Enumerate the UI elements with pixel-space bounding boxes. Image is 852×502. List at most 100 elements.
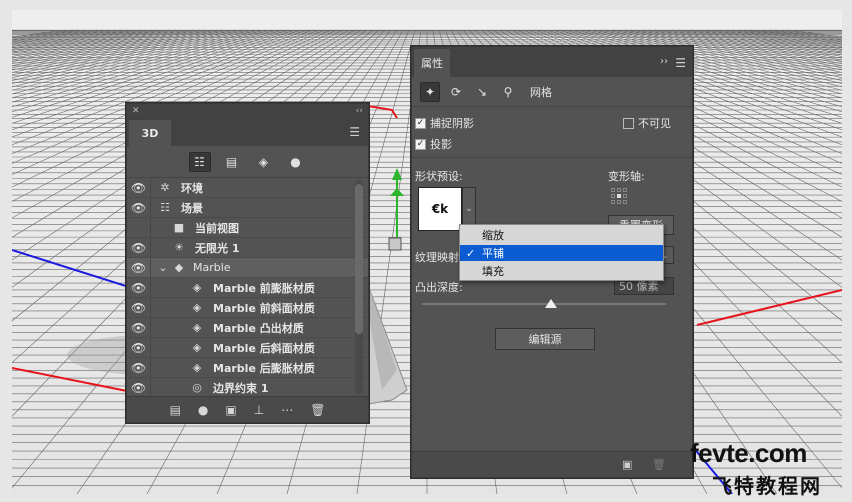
eye-icon[interactable]: 👁	[127, 178, 151, 197]
invisible-label: 不可见	[638, 117, 671, 130]
watermark-url: fevte.com	[690, 438, 807, 468]
catch-shadows-checkbox[interactable]: ✓ 捕捉阴影	[415, 115, 474, 131]
layer-row[interactable]: 👁 ◈ Marble 前斜面材质	[127, 298, 368, 318]
eye-icon[interactable]: 👁	[127, 278, 151, 297]
tab-properties[interactable]: 属性	[414, 49, 450, 77]
layer-scrollbar[interactable]	[355, 180, 363, 394]
3d-layer-list: 👁 ✲ 环境 👁 ☷ 场景 ■ 当前视图 👁 ☀ 无限光 1 👁 ⌄ ◆ Marble 👁 ◈ Marb…	[127, 178, 368, 398]
eye-icon[interactable]: 👁	[127, 378, 151, 397]
layer-row[interactable]: 👁 ◈ Marble 凸出材质	[127, 318, 368, 338]
material-icon: ◈	[192, 341, 202, 354]
divider	[412, 157, 692, 158]
layer-row[interactable]: 👁 ◈ Marble 前膨胀材质	[127, 278, 368, 298]
mesh-filter-icon[interactable]: ▤	[221, 152, 243, 172]
eye-icon[interactable]: 👁	[127, 358, 151, 377]
add-light-icon[interactable]: ●	[198, 403, 208, 417]
properties-bottom-bar: ▣ 🗑	[412, 451, 692, 477]
coordinates-mode-icon[interactable]: ⚲	[498, 82, 518, 102]
panel-menu-icon[interactable]: ☰	[349, 126, 360, 138]
add-mesh-icon[interactable]: ▤	[170, 403, 181, 417]
deform-mode-icon[interactable]: ⟳	[446, 82, 466, 102]
layer-label: Marble 前膨胀材质	[213, 281, 315, 295]
edit-source-button[interactable]: 编辑源	[495, 328, 595, 350]
material-icon: ◈	[192, 281, 202, 294]
eye-icon[interactable]: 👁	[127, 298, 151, 317]
constraint-icon: ◎	[192, 381, 202, 394]
delete-icon[interactable]: 🗑	[310, 403, 325, 417]
checkbox-checked[interactable]: ✓	[415, 138, 426, 150]
eye-icon[interactable]: 👁	[127, 338, 151, 357]
scrollbar-thumb[interactable]	[355, 184, 363, 334]
layer-label: Marble	[193, 261, 231, 274]
3d-panel: ✕ ‹‹ 3D ☰ ☷ ▤ ◈ ● 👁 ✲ 环境 👁 ☷ 场景 ■ 当前视图 👁 ☀ 无限光 …	[126, 103, 369, 423]
infinite-light-icon: ☀	[174, 241, 184, 254]
panel-tab-row: 3D ☰	[127, 118, 368, 146]
render-icon[interactable]: ▣	[622, 458, 632, 471]
dropdown-option-scale[interactable]: 缩放	[460, 227, 663, 243]
panel-menu-icon[interactable]: ☰	[675, 56, 686, 70]
eye-icon[interactable]: 👁	[127, 258, 151, 277]
layer-label: 无限光 1	[195, 241, 240, 255]
collapse-icon[interactable]: ‹‹	[356, 106, 363, 116]
layer-label: 边界约束 1	[213, 381, 269, 395]
layer-row[interactable]: 👁 ✲ 环境	[127, 178, 368, 198]
layer-row[interactable]: ■ 当前视图	[127, 218, 368, 238]
chevron-down-icon[interactable]: ⌄	[155, 261, 171, 274]
scene-filter-icon[interactable]: ☷	[188, 151, 211, 172]
mesh-icon: ◆	[174, 261, 184, 274]
layer-label: Marble 后膨胀材质	[213, 361, 315, 375]
tab-3d[interactable]: 3D	[129, 120, 171, 146]
eye-icon[interactable]: 👁	[127, 198, 151, 217]
close-icon[interactable]: ✕	[132, 106, 140, 116]
dropdown-option-fill[interactable]: 填充	[460, 263, 663, 279]
texture-mapping-label: 纹理映射:	[415, 251, 463, 264]
layer-label: Marble 后斜面材质	[213, 341, 315, 355]
eye-icon[interactable]: 👁	[127, 238, 151, 257]
expand-icon[interactable]: ››	[660, 56, 668, 67]
3d-filter-bar: ☷ ▤ ◈ ●	[127, 146, 368, 178]
eye-icon	[127, 218, 151, 237]
scene-icon: ☷	[160, 201, 170, 214]
invisible-checkbox[interactable]: 不可见	[623, 115, 671, 131]
catch-shadows-label: 捕捉阴影	[430, 117, 474, 130]
light-filter-icon[interactable]: ●	[285, 152, 307, 172]
cast-shadows-checkbox[interactable]: ✓ 投影	[415, 136, 452, 152]
option-label: 平铺	[482, 247, 504, 260]
extrusion-depth-slider[interactable]	[422, 303, 666, 305]
deform-axis-label: 变形轴:	[608, 170, 645, 183]
shape-preset-label: 形状预设:	[415, 170, 463, 183]
eye-icon[interactable]: 👁	[127, 318, 151, 337]
layer-label: 环境	[181, 181, 203, 195]
layer-row[interactable]: 👁 ◈ Marble 后膨胀材质	[127, 358, 368, 378]
cast-shadows-label: 投影	[430, 138, 452, 151]
layer-row[interactable]: 👁 ☀ 无限光 1	[127, 238, 368, 258]
extrusion-depth-label: 凸出深度:	[415, 281, 463, 294]
render-icon[interactable]: ▣	[225, 403, 236, 417]
dropdown-option-tile[interactable]: ✓ 平铺	[460, 245, 663, 261]
checkbox-checked[interactable]: ✓	[415, 117, 426, 129]
drop-to-ground-icon[interactable]: ⊥	[254, 403, 264, 417]
deform-axis-grid[interactable]	[610, 187, 628, 205]
delete-icon: 🗑	[652, 458, 666, 471]
checkbox-unchecked[interactable]	[623, 117, 634, 129]
texture-mapping-dropdown[interactable]: 缩放 ✓ 平铺 填充	[459, 224, 664, 281]
layer-label: 场景	[181, 201, 203, 215]
cap-mode-icon[interactable]: ↘	[472, 82, 492, 102]
layer-label: Marble 凸出材质	[213, 321, 304, 335]
material-filter-icon[interactable]: ◈	[253, 152, 275, 172]
layer-row[interactable]: 👁 ⌄ ◆ Marble	[127, 258, 368, 278]
constraint-tool-icon[interactable]: ⋯	[281, 403, 293, 417]
3d-panel-toolbar: ▤ ● ▣ ⊥ ⋯ 🗑	[127, 396, 368, 422]
environment-icon: ✲	[160, 181, 170, 194]
properties-mode-bar: ✦ ⟳ ↘ ⚲ 网格	[412, 77, 692, 107]
layer-row[interactable]: 👁 ◈ Marble 后斜面材质	[127, 338, 368, 358]
layer-row[interactable]: 👁 ☷ 场景	[127, 198, 368, 218]
option-label: 缩放	[482, 229, 504, 242]
slider-thumb[interactable]	[545, 299, 558, 308]
layer-row[interactable]: 👁 ◎ 边界约束 1	[127, 378, 368, 398]
shape-preset-thumbnail[interactable]: €k	[418, 187, 462, 231]
mesh-label: 网格	[530, 85, 552, 99]
panel-titlebar[interactable]: ✕ ‹‹	[127, 104, 368, 118]
mesh-mode-icon[interactable]: ✦	[420, 81, 440, 102]
material-icon: ◈	[192, 361, 202, 374]
